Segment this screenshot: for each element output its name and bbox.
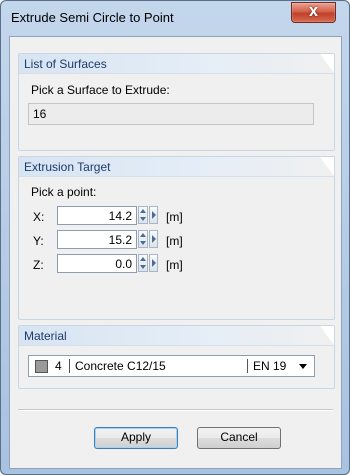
cancel-button[interactable]: Cancel — [197, 427, 281, 449]
material-group-title: Material — [24, 329, 67, 343]
column-separator — [247, 359, 248, 373]
spin-up-icon[interactable] — [140, 233, 146, 237]
z-unit: [m] — [166, 258, 183, 272]
target-group-title: Extrusion Target — [24, 160, 111, 174]
material-color-swatch — [35, 360, 48, 373]
material-name: Concrete C12/15 — [75, 359, 166, 373]
z-input[interactable]: 0.0 — [57, 254, 137, 273]
material-number: 4 — [55, 359, 62, 373]
spin-up-icon[interactable] — [140, 257, 146, 261]
apply-button[interactable]: Apply — [94, 427, 178, 449]
y-unit: [m] — [166, 234, 183, 248]
dialog-client-area: List of Surfaces Pick a Surface to Extru… — [9, 36, 342, 469]
y-label: Y: — [33, 234, 44, 248]
y-spinner[interactable] — [138, 230, 148, 248]
arrow-right-icon — [152, 235, 156, 243]
group-header-corner — [320, 54, 334, 73]
y-pick-button[interactable] — [149, 230, 158, 248]
window-title: Extrude Semi Circle to Point — [11, 10, 174, 25]
x-spinner[interactable] — [138, 206, 148, 224]
material-dropdown[interactable]: 4 Concrete C12/15 EN 19 — [28, 355, 315, 377]
material-code: EN 19 — [253, 359, 287, 373]
z-label: Z: — [33, 258, 44, 272]
dialog-window: Extrude Semi Circle to Point X List of S… — [0, 0, 350, 475]
x-pick-button[interactable] — [149, 206, 158, 224]
footer-divider — [18, 409, 333, 411]
z-spinner[interactable] — [138, 254, 148, 272]
material-group: Material 4 Concrete C12/15 EN 19 — [18, 325, 335, 389]
arrow-right-icon — [152, 259, 156, 267]
close-button[interactable]: X — [291, 2, 336, 23]
x-unit: [m] — [166, 210, 183, 224]
x-input[interactable]: 14.2 — [57, 206, 137, 225]
group-header-corner — [320, 157, 334, 176]
material-group-header: Material — [19, 326, 334, 346]
spin-up-icon[interactable] — [140, 209, 146, 213]
target-group-header: Extrusion Target — [19, 157, 334, 177]
arrow-right-icon — [152, 211, 156, 219]
spin-down-icon[interactable] — [140, 265, 146, 269]
z-pick-button[interactable] — [149, 254, 158, 272]
group-header-corner — [320, 326, 334, 345]
title-bar[interactable]: Extrude Semi Circle to Point X — [1, 1, 349, 35]
chevron-down-icon[interactable] — [299, 364, 307, 369]
close-x-icon: X — [308, 5, 319, 19]
surfaces-group: List of Surfaces Pick a Surface to Extru… — [18, 53, 335, 151]
surface-prompt: Pick a Surface to Extrude: — [31, 83, 170, 97]
surface-list-field[interactable]: 16 — [28, 103, 314, 125]
surfaces-group-title: List of Surfaces — [24, 57, 107, 71]
spin-down-icon[interactable] — [140, 241, 146, 245]
x-label: X: — [33, 210, 45, 224]
point-prompt: Pick a point: — [31, 185, 97, 199]
spin-down-icon[interactable] — [140, 217, 146, 221]
extrusion-target-group: Extrusion Target Pick a point: X: 14.2 [… — [18, 156, 335, 320]
surfaces-group-header: List of Surfaces — [19, 54, 334, 74]
y-input[interactable]: 15.2 — [57, 230, 137, 249]
column-separator — [69, 359, 70, 373]
